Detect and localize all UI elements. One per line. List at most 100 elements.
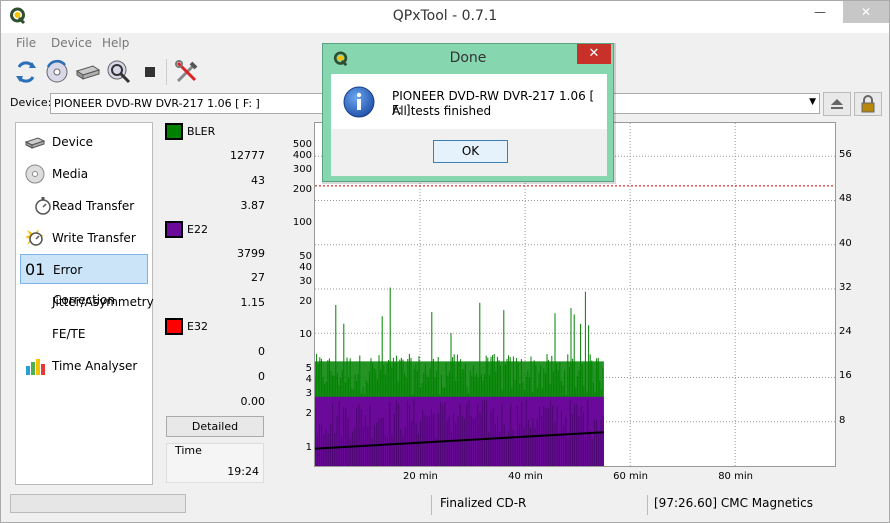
status-separator (647, 495, 648, 515)
stop-icon[interactable] (136, 58, 164, 86)
drive-icon (24, 137, 46, 149)
y-left-tick-label: 400 (292, 149, 312, 161)
time-box: Time 19:24 (166, 443, 264, 483)
e22-total: 3799 (237, 247, 265, 260)
y-left-tick-label: 4 (305, 374, 312, 386)
x-tick-label: 60 min (613, 471, 648, 482)
y-right-tick-label: 56 (839, 149, 852, 161)
sidebar-item-label: FE/TE (52, 327, 86, 341)
toolbar-separator (166, 59, 167, 85)
e22-max: 27 (251, 271, 265, 284)
tools-icon[interactable] (173, 58, 201, 86)
error-counter-icon: 01 (25, 260, 46, 279)
menu-file[interactable]: File (16, 36, 36, 50)
e22-label: E22 (187, 223, 208, 236)
bar-chart-icon (26, 359, 45, 375)
y-left-tick-label: 200 (292, 183, 312, 195)
ok-button[interactable]: OK (433, 140, 508, 163)
bler-avg: 3.87 (240, 199, 266, 212)
y-right-tick-label: 40 (839, 237, 852, 249)
legend-panel: BLER 12777 43 3.87 E22 3799 27 1.15 E32 … (159, 122, 267, 485)
device-select-value: PIONEER DVD-RW DVR-217 1.06 [ F: ] (54, 97, 260, 110)
stopwatch-burst-icon (25, 229, 44, 247)
status-separator (431, 495, 432, 515)
dialog-close-button[interactable]: ✕ (577, 44, 611, 64)
detailed-button[interactable]: Detailed (166, 416, 264, 437)
e32-avg: 0.00 (240, 395, 266, 408)
sidebar: Device Media Read Transfer Write Transfe… (15, 122, 154, 485)
y-left-tick-label: 40 (299, 261, 312, 273)
dialog-message-status: All tests finished (392, 104, 492, 118)
y-right-tick-label: 16 (839, 370, 852, 382)
bler-max: 43 (251, 174, 265, 187)
media-type: Finalized CD-R (440, 496, 527, 510)
media-info: [97:26.60] CMC Magnetics (654, 496, 813, 510)
e32-total: 0 (258, 345, 265, 358)
e32-swatch[interactable] (165, 318, 183, 335)
sidebar-item-device[interactable]: Device (20, 127, 148, 157)
e32-label: E32 (187, 320, 208, 333)
bler-swatch[interactable] (165, 123, 183, 140)
time-label: Time (175, 444, 202, 457)
e32-max: 0 (258, 370, 265, 383)
lock-button[interactable] (854, 92, 882, 116)
y-right-tick-label: 32 (839, 281, 852, 293)
sidebar-item-media[interactable]: Media (20, 159, 148, 189)
y-left-tick-label: 50 (299, 251, 312, 263)
sidebar-item-write-transfer[interactable]: Write Transfer (20, 223, 148, 253)
window-title: QPxTool - 0.7.1 (392, 8, 498, 24)
sidebar-item-jitter-asymmetry[interactable]: Jitter/Asymmetry (20, 287, 154, 317)
eject-button[interactable] (823, 92, 851, 116)
y-left-tick-label: 300 (292, 163, 312, 175)
sidebar-item-label: Read Transfer (52, 199, 135, 213)
chevron-down-icon: ▼ (809, 97, 816, 107)
status-progress-bar (10, 494, 186, 513)
x-tick-label: 40 min (508, 471, 543, 482)
sidebar-item-error-correction[interactable]: 01 Error Correction (20, 254, 148, 307)
close-window-button[interactable]: ✕ (843, 1, 889, 23)
done-dialog: Done ✕ PIONEER DVD-RW DVR-217 1.06 [ F: … (322, 43, 614, 182)
y-left-tick-label: 5 (305, 363, 312, 375)
y-right-tick-label: 48 (839, 193, 852, 205)
sidebar-item-label: Time Analyser (52, 359, 138, 373)
disc-icon (25, 164, 45, 184)
menu-device[interactable]: Device (51, 36, 92, 50)
eject-icon (831, 99, 843, 109)
x-tick-label: 20 min (403, 471, 438, 482)
e22-avg: 1.15 (240, 296, 266, 309)
drive-icon[interactable] (74, 58, 102, 86)
menu-help[interactable]: Help (102, 36, 129, 50)
minimize-button[interactable]: — (805, 1, 835, 23)
y-right-tick-label: 8 (839, 414, 846, 426)
y-left-tick-label: 1 (305, 441, 312, 453)
sidebar-item-label: Write Transfer (52, 231, 136, 245)
sidebar-item-read-transfer[interactable]: Read Transfer (20, 191, 148, 221)
device-label: Device: (10, 96, 52, 109)
sidebar-item-label: Media (52, 167, 89, 181)
info-icon (343, 86, 375, 118)
title-bar: QPxTool - 0.7.1 — ✕ (1, 1, 889, 33)
disc-search-icon[interactable] (105, 58, 133, 86)
y-left-tick-label: 2 (305, 407, 312, 419)
e22-swatch[interactable] (165, 221, 183, 238)
bler-total: 12777 (230, 149, 265, 162)
dialog-footer: OK (331, 129, 607, 176)
sidebar-item-label: Device (52, 135, 94, 149)
stopwatch-icon (35, 197, 51, 215)
bler-label: BLER (187, 125, 216, 138)
y-left-tick-label: 3 (305, 388, 312, 400)
disc-refresh-icon[interactable] (43, 58, 71, 86)
y-left-tick-label: 100 (292, 217, 312, 229)
refresh-icon[interactable] (12, 58, 40, 86)
dialog-body: PIONEER DVD-RW DVR-217 1.06 [ F: ]: All … (331, 74, 607, 129)
y-left-tick-label: 20 (299, 295, 312, 307)
time-value: 19:24 (227, 465, 259, 478)
e22-area (315, 396, 604, 466)
sidebar-item-time-analyser[interactable]: Time Analyser (20, 351, 148, 381)
status-bar: Finalized CD-R [97:26.60] CMC Magnetics (1, 491, 889, 522)
y-left-tick-label: 500 (292, 138, 312, 150)
sidebar-item-label: Jitter/Asymmetry (52, 295, 154, 309)
sidebar-item-fe-te[interactable]: FE/TE (20, 319, 148, 349)
dialog-title: Done (449, 50, 487, 66)
y-left-tick-label: 30 (299, 275, 312, 287)
